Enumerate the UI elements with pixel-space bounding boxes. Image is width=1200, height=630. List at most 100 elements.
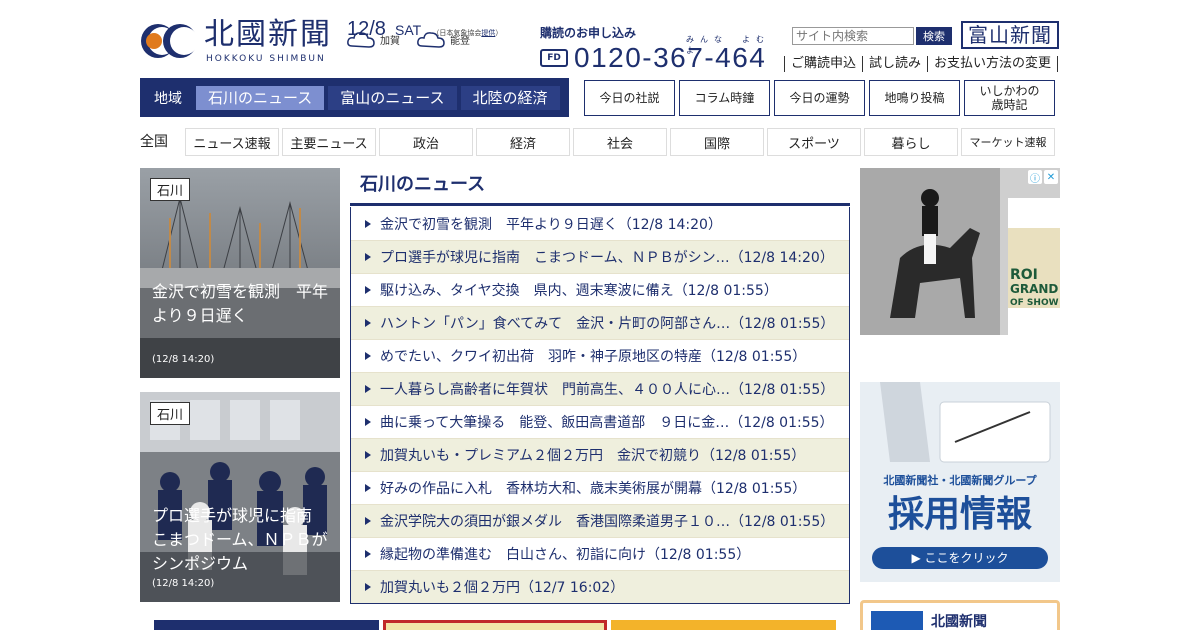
triangle-bullet-icon xyxy=(365,418,371,426)
utility-links: ご購読申込 試し読み お支払い方法の変更 xyxy=(784,56,1059,72)
rolex-ad-text: ROI GRAND OF SHOW xyxy=(1010,267,1059,308)
util-link-payment[interactable]: お支払い方法の変更 xyxy=(927,56,1059,72)
weather-source-link[interactable]: 提供 xyxy=(481,29,495,37)
triangle-bullet-icon xyxy=(365,550,371,558)
weather-area-label: 加賀 xyxy=(380,35,400,47)
news-headline: めでたい、クワイ初出荷 羽咋・神子原地区の特産（12/8 01:55） xyxy=(380,349,807,365)
category-nav: 全国 ニュース速報 主要ニュース 政治 経済 社会 国際 スポーツ 暮らし マー… xyxy=(140,128,1055,156)
cat-economy[interactable]: 経済 xyxy=(476,128,570,156)
close-icon[interactable]: ✕ xyxy=(1044,170,1058,184)
weather-kaga[interactable]: 加賀 xyxy=(346,28,400,50)
news-item[interactable]: ハントン「パン」食べてみて 金沢・片町の阿部さん…（12/8 01:55） xyxy=(351,306,849,339)
promo-banner-2[interactable] xyxy=(383,620,607,630)
recruit-cta-button[interactable]: ▶ ここをクリック xyxy=(872,547,1048,569)
recruit-title: 採用情報 xyxy=(887,494,1032,535)
news-headline: 加賀丸いも・プレミアム２個２万円 金沢で初競り（12/8 01:55） xyxy=(380,448,806,464)
news-headline: 加賀丸いも２個２万円（12/7 16:02） xyxy=(380,580,625,596)
banner-title: 北國新聞 xyxy=(931,614,987,630)
ad-choices[interactable]: ⓘ ✕ xyxy=(1028,170,1058,185)
news-headline: ハントン「パン」食べてみて 金沢・片町の阿部さん…（12/8 01:55） xyxy=(380,316,835,332)
cat-politics[interactable]: 政治 xyxy=(379,128,473,156)
site-search: 検索 xyxy=(792,27,952,45)
news-item[interactable]: 縁起物の準備進む 白山さん、初詣に向け（12/8 01:55） xyxy=(351,537,849,570)
news-list: 金沢で初雪を観測 平年より９日遅く（12/8 14:20） プロ選手が球児に指南… xyxy=(350,207,850,604)
link-horoscope[interactable]: 今日の運勢 xyxy=(774,80,865,116)
triangle-bullet-icon xyxy=(365,286,371,294)
link-seasonal[interactable]: いしかわの 歳時記 xyxy=(964,80,1055,116)
news-item[interactable]: 加賀丸いも・プレミアム２個２万円 金沢で初競り（12/8 01:55） xyxy=(351,438,849,471)
news-headline: 縁起物の準備進む 白山さん、初詣に向け（12/8 01:55） xyxy=(380,547,751,563)
photo-card-baseball[interactable]: 石川 プロ選手が球児に指南 こまつドーム、ＮＰＢがシンポジウム (12/8 14… xyxy=(140,392,340,602)
util-link-trial[interactable]: 試し読み xyxy=(862,56,927,72)
photo-timestamp: (12/8 14:20) xyxy=(152,578,215,589)
news-item[interactable]: 曲に乗って大筆操る 能登、飯田高書道部 ９日に金…（12/8 01:55） xyxy=(351,405,849,438)
site-logo[interactable]: 北國新聞 HOKKOKU SHIMBUN xyxy=(140,16,340,66)
cat-sports[interactable]: スポーツ xyxy=(767,128,861,156)
link-column[interactable]: コラム時鐘 xyxy=(679,80,770,116)
news-item[interactable]: 金沢学院大の須田が銀メダル 香港国際柔道男子１０…（12/8 01:55） xyxy=(351,504,849,537)
cloud-icon xyxy=(347,32,375,48)
news-headline: プロ選手が球児に指南 こまつドーム、ＮＰＢがシン…（12/8 14:20） xyxy=(380,250,834,266)
news-section-header: 石川のニュース xyxy=(350,168,850,206)
cat-breaking[interactable]: ニュース速報 xyxy=(185,128,279,156)
recruit-group-name: 北國新聞社・北國新聞グループ xyxy=(883,474,1037,487)
cat-main[interactable]: 主要ニュース xyxy=(282,128,376,156)
cat-market[interactable]: マーケット速報 xyxy=(961,128,1055,156)
triangle-bullet-icon xyxy=(365,517,371,525)
news-item[interactable]: 加賀丸いも２個２万円（12/7 16:02） xyxy=(351,570,849,603)
cat-international[interactable]: 国際 xyxy=(670,128,764,156)
search-button[interactable]: 検索 xyxy=(916,27,952,45)
hokkoku-logo-mark-icon xyxy=(141,24,198,58)
util-link-subscribe[interactable]: ご購読申込 xyxy=(784,56,862,72)
photo-timestamp: (12/8 14:20) xyxy=(152,354,215,365)
news-item[interactable]: プロ選手が球児に指南 こまつドーム、ＮＰＢがシン…（12/8 14:20） xyxy=(351,240,849,273)
promo-banner-1[interactable] xyxy=(154,620,379,630)
triangle-bullet-icon xyxy=(365,253,371,261)
cat-life[interactable]: 暮らし xyxy=(864,128,958,156)
cat-society[interactable]: 社会 xyxy=(573,128,667,156)
tab-ishikawa[interactable]: 石川のニュース xyxy=(196,85,325,110)
toyama-shimbun-logo[interactable]: 富山新聞 xyxy=(961,21,1059,49)
info-icon[interactable]: ⓘ xyxy=(1028,170,1042,185)
triangle-bullet-icon xyxy=(365,583,371,591)
subscribe-block[interactable]: 購読のお申し込み みんな よむよ FD 0120-367-464 xyxy=(540,24,780,74)
photo-card-snow[interactable]: 石川 金沢で初雪を観測 平年より９日遅く (12/8 14:20) xyxy=(140,168,340,378)
triangle-bullet-icon xyxy=(365,319,371,327)
region-tag: 石川 xyxy=(150,402,191,425)
region-nav: 地域 石川のニュース 富山のニュース 北陸の経済 xyxy=(140,78,569,117)
photo-caption: プロ選手が球児に指南 こまつドーム、ＮＰＢがシンポジウム xyxy=(152,506,329,573)
feature-links: 今日の社説 コラム時鐘 今日の運勢 地鳴り投稿 いしかわの 歳時記 xyxy=(584,80,1055,116)
search-input[interactable] xyxy=(792,27,914,45)
news-headline: 金沢で初雪を観測 平年より９日遅く（12/8 14:20） xyxy=(380,216,722,233)
news-headline: 曲に乗って大筆操る 能登、飯田高書道部 ９日に金…（12/8 01:55） xyxy=(380,415,834,431)
free-dial-icon: FD xyxy=(540,49,568,67)
weather-area-label: 能登 xyxy=(450,35,470,47)
news-item[interactable]: 一人暮らし高齢者に年賀状 門前高生、４００人に心…（12/8 01:55） xyxy=(351,372,849,405)
news-headline: 駆け込み、タイヤ交換 県内、週末寒波に備え（12/8 01:55） xyxy=(380,283,778,299)
link-editorial[interactable]: 今日の社説 xyxy=(584,80,675,116)
news-item[interactable]: 金沢で初雪を観測 平年より９日遅く（12/8 14:20） xyxy=(351,207,849,240)
logo-roman: HOKKOKU SHIMBUN xyxy=(206,54,326,64)
ad-rolex[interactable]: ⓘ ✕ ROI GRAND OF SHOW xyxy=(860,168,1060,335)
news-item[interactable]: 好みの作品に入札 香林坊大和、歳末美術展が開幕（12/8 01:55） xyxy=(351,471,849,504)
news-headline: 好みの作品に入札 香林坊大和、歳末美術展が開幕（12/8 01:55） xyxy=(380,481,807,497)
ad-recruitment[interactable]: 北國新聞社・北國新聞グループ 採用情報 ▶ ここをクリック xyxy=(860,382,1060,582)
triangle-bullet-icon xyxy=(365,219,371,228)
triangle-bullet-icon xyxy=(365,352,371,360)
link-reader-posts[interactable]: 地鳴り投稿 xyxy=(869,80,960,116)
tab-hokuriku-economy[interactable]: 北陸の経済 xyxy=(460,85,560,110)
news-item[interactable]: 駆け込み、タイヤ交換 県内、週末寒波に備え（12/8 01:55） xyxy=(351,273,849,306)
ad-hokkoku-banner[interactable]: 北國新聞 xyxy=(860,600,1060,630)
news-headline: 金沢学院大の須田が銀メダル 香港国際柔道男子１０…（12/8 01:55） xyxy=(380,514,835,530)
weather-noto[interactable]: 能登 xyxy=(416,28,470,50)
tab-toyama[interactable]: 富山のニュース xyxy=(328,85,457,110)
promo-banner-3[interactable] xyxy=(611,620,836,630)
triangle-bullet-icon xyxy=(365,484,371,492)
banner-thumbnail xyxy=(871,611,923,630)
cloud-icon xyxy=(417,32,445,48)
news-item[interactable]: めでたい、クワイ初出荷 羽咋・神子原地区の特産（12/8 01:55） xyxy=(351,339,849,372)
triangle-bullet-icon xyxy=(365,451,371,459)
news-headline: 一人暮らし高齢者に年賀状 門前高生、４００人に心…（12/8 01:55） xyxy=(380,382,835,398)
phone-number: 0120-367-464 xyxy=(574,42,767,73)
phone-line: FD 0120-367-464 xyxy=(540,42,766,74)
